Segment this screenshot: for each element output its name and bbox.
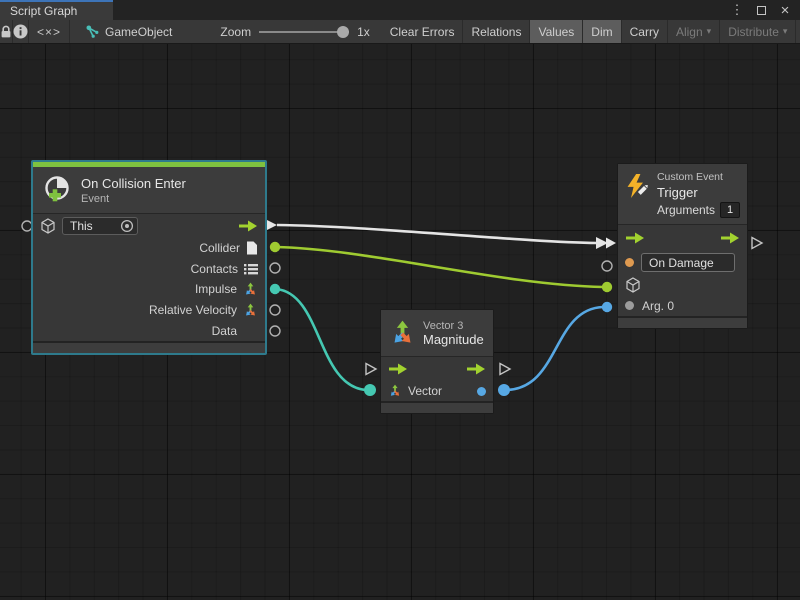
port-label-collider: Collider: [199, 241, 240, 255]
port-arg0-inner[interactable]: [625, 301, 634, 310]
gameobject-label: GameObject: [105, 25, 172, 39]
document-icon: [246, 241, 258, 255]
wire-flow: [277, 225, 597, 243]
zoom-value: 1x: [357, 25, 370, 39]
gameobject-cube-icon: [625, 277, 641, 293]
port-oce-relative-velocity[interactable]: [270, 305, 280, 315]
port-label-arg0: Arg. 0: [642, 299, 674, 313]
arguments-field[interactable]: 1: [720, 202, 740, 218]
node-footer: [381, 403, 493, 413]
info-icon: [13, 24, 28, 39]
port-vec-flow-out[interactable]: [500, 364, 510, 375]
node-vector3-magnitude[interactable]: Vector 3 Magnitude: [380, 309, 494, 414]
node-category: Vector 3: [423, 320, 484, 332]
port-vec-flow-in[interactable]: [366, 364, 376, 375]
inspect-button[interactable]: [13, 20, 29, 43]
port-ce-target-in[interactable]: [602, 282, 612, 292]
vector3-icon: [243, 303, 258, 318]
caret-down-icon: ▾: [783, 26, 788, 37]
gameobject-cube-icon: [40, 218, 56, 234]
port-vec-magnitude-out[interactable]: [498, 384, 510, 396]
node-title: Trigger: [657, 185, 740, 200]
zoom-label: Zoom: [220, 25, 251, 39]
window-controls: ⋮ ×: [728, 0, 800, 20]
menu-icon[interactable]: ⋮: [728, 1, 746, 19]
port-oce-impulse[interactable]: [270, 284, 280, 294]
port-label-data: Data: [212, 324, 237, 338]
port-oce-data[interactable]: [270, 326, 280, 336]
wire-impulse-vector: [276, 289, 366, 390]
lock-icon: [0, 25, 12, 39]
port-label-impulse: Impulse: [195, 282, 237, 296]
port-label-relative-velocity: Relative Velocity: [149, 303, 237, 317]
zoom-slider-handle[interactable]: [337, 26, 349, 38]
lock-button[interactable]: [0, 20, 13, 43]
carry-toggle[interactable]: Carry: [622, 20, 668, 43]
node-subtitle: Event: [81, 193, 186, 205]
port-magnitude-inner[interactable]: [477, 387, 486, 396]
node-custom-event-trigger[interactable]: Custom Event Trigger Arguments 1: [617, 163, 748, 329]
tab-script-graph[interactable]: Script Graph: [0, 0, 113, 20]
graph-icon: [86, 25, 99, 38]
custom-event-icon: [625, 171, 649, 201]
port-ce-flow-in[interactable]: [606, 238, 616, 249]
flow-arrow-icon: [466, 363, 486, 375]
vector3-icon: [390, 320, 415, 347]
object-picker-icon[interactable]: [120, 219, 134, 233]
clear-errors-button[interactable]: Clear Errors: [382, 20, 464, 43]
list-icon: [244, 263, 258, 275]
graph-toolbar: <×> GameObject Zoom 1x Clear Errors Rela…: [0, 20, 800, 44]
node-title: Magnitude: [423, 332, 484, 347]
node-on-collision-enter[interactable]: On Collision Enter Event This: [31, 160, 267, 355]
code-view-button[interactable]: <×>: [29, 20, 70, 43]
target-field[interactable]: This: [62, 217, 138, 235]
zoom-slider[interactable]: [259, 25, 349, 39]
distribute-button[interactable]: Distribute ▾: [720, 20, 796, 43]
wire-collider-target: [276, 247, 603, 287]
arguments-label: Arguments: [657, 203, 715, 217]
caret-down-icon: ▾: [707, 26, 712, 37]
tab-title: Script Graph: [10, 4, 77, 18]
zoom-control: Zoom 1x: [186, 20, 381, 43]
overview-button[interactable]: Overview: [796, 20, 800, 43]
port-oce-flow-out[interactable]: [266, 220, 277, 231]
event-name-field[interactable]: On Damage: [641, 253, 735, 272]
maximize-glyph: [757, 6, 766, 15]
wire-magnitude-arg0: [506, 307, 603, 390]
relations-button[interactable]: Relations: [463, 20, 530, 43]
flow-arrow-icon: [625, 232, 645, 244]
vector3-icon: [243, 282, 258, 297]
port-label-contacts: Contacts: [191, 262, 238, 276]
node-category: Custom Event: [657, 171, 740, 183]
port-ce-arg0-in[interactable]: [602, 302, 612, 312]
port-oce-collider[interactable]: [270, 242, 280, 252]
port-ce-flow-out[interactable]: [752, 238, 762, 249]
close-icon[interactable]: ×: [776, 1, 794, 19]
node-footer: [33, 343, 265, 353]
flow-arrow-icon: [720, 232, 740, 244]
tab-bar: Script Graph ⋮ ×: [0, 0, 800, 20]
port-oce-contacts[interactable]: [270, 263, 280, 273]
zoom-slider-track[interactable]: [259, 31, 349, 33]
dim-toggle[interactable]: Dim: [583, 20, 621, 43]
vector3-icon: [388, 384, 402, 398]
collision-event-icon: [42, 175, 72, 205]
gameobject-context[interactable]: GameObject: [70, 20, 186, 43]
flow-arrow-icon: [388, 363, 408, 375]
port-ce-name-in[interactable]: [602, 261, 612, 271]
unity-visual-scripting-window: Script Graph ⋮ × <×>: [0, 0, 800, 600]
port-name-inner[interactable]: [625, 258, 634, 267]
port-label-vector: Vector: [408, 384, 442, 398]
align-button[interactable]: Align ▾: [668, 20, 720, 43]
flow-arrow-icon: [238, 220, 258, 232]
values-toggle[interactable]: Values: [530, 20, 583, 43]
maximize-icon[interactable]: [752, 1, 770, 19]
node-footer: [618, 318, 747, 328]
port-vec-vector-in[interactable]: [364, 384, 376, 396]
node-title: On Collision Enter: [81, 176, 186, 191]
graph-canvas[interactable]: On Collision Enter Event This: [0, 44, 800, 600]
